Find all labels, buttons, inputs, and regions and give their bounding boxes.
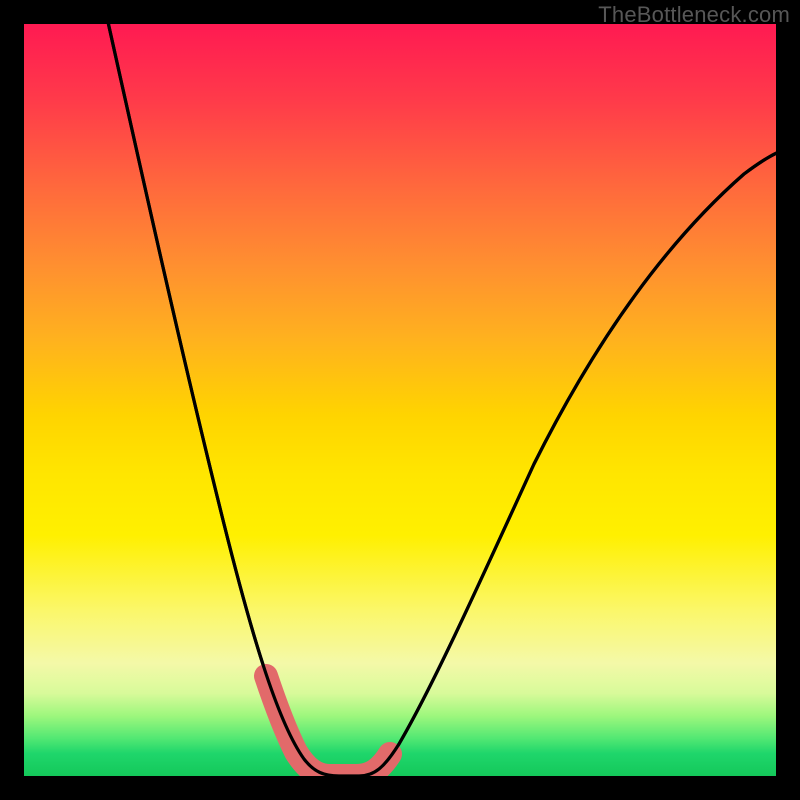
plot-area (24, 24, 776, 776)
bottleneck-curve-overlay (104, 24, 776, 776)
curve-layer (24, 24, 776, 776)
watermark-text: TheBottleneck.com (598, 2, 790, 28)
chart-frame: TheBottleneck.com (0, 0, 800, 800)
